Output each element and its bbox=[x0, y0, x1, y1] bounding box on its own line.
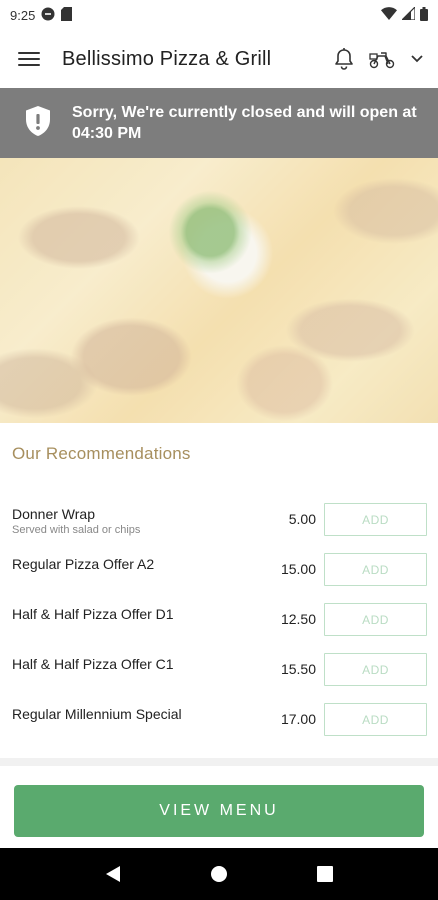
item-name: Donner Wrap bbox=[12, 506, 96, 522]
item-price: 5.00 bbox=[288, 511, 316, 527]
sd-card-icon bbox=[61, 6, 73, 24]
shield-alert-icon bbox=[24, 105, 52, 142]
recommendations-list: Donner Wrap Served with salad or chips 5… bbox=[0, 500, 438, 750]
list-item: Regular Millennium Special 17.00 ADD bbox=[0, 700, 438, 750]
add-button[interactable]: ADD bbox=[324, 703, 427, 736]
status-left: 9:25 bbox=[10, 6, 73, 24]
list-item: Half & Half Pizza Offer D1 12.50 ADD bbox=[0, 600, 438, 650]
battery-icon bbox=[420, 6, 428, 24]
back-icon[interactable] bbox=[93, 854, 133, 894]
recents-icon[interactable] bbox=[305, 854, 345, 894]
view-menu-button[interactable]: VIEW MENU bbox=[14, 785, 424, 837]
item-name: Regular Pizza Offer A2 bbox=[12, 556, 155, 572]
app-bar: Bellissimo Pizza & Grill bbox=[0, 30, 438, 88]
status-time: 9:25 bbox=[10, 7, 36, 23]
menu-icon[interactable] bbox=[18, 50, 40, 68]
recommendations-heading: Our Recommendations bbox=[12, 444, 191, 463]
system-nav-bar bbox=[0, 848, 438, 900]
item-name: Regular Millennium Special bbox=[12, 706, 182, 722]
home-icon[interactable] bbox=[199, 854, 239, 894]
item-name: Half & Half Pizza Offer D1 bbox=[12, 606, 174, 622]
list-item: Donner Wrap Served with salad or chips 5… bbox=[0, 500, 438, 550]
scooter-icon[interactable] bbox=[368, 49, 396, 69]
item-price: 17.00 bbox=[280, 711, 316, 727]
wifi-icon bbox=[381, 7, 397, 23]
bell-icon[interactable] bbox=[334, 48, 354, 70]
add-button[interactable]: ADD bbox=[324, 603, 427, 636]
list-item: Half & Half Pizza Offer C1 15.50 ADD bbox=[0, 650, 438, 700]
do-not-disturb-icon bbox=[41, 7, 55, 24]
status-right bbox=[381, 5, 428, 24]
hero-food-image bbox=[0, 158, 438, 423]
item-name: Half & Half Pizza Offer C1 bbox=[12, 656, 174, 672]
app-actions bbox=[334, 48, 424, 70]
add-button[interactable]: ADD bbox=[324, 653, 427, 686]
item-price: 12.50 bbox=[280, 611, 316, 627]
item-description: Served with salad or chips bbox=[12, 524, 141, 536]
app-title: Bellissimo Pizza & Grill bbox=[62, 47, 272, 70]
chevron-down-icon[interactable] bbox=[410, 54, 424, 64]
cell-signal-icon bbox=[400, 5, 416, 23]
closed-message: Sorry, We're currently closed and will o… bbox=[72, 104, 417, 142]
section-divider bbox=[0, 758, 438, 766]
list-item: Regular Pizza Offer A2 15.00 ADD bbox=[0, 550, 438, 600]
add-button[interactable]: ADD bbox=[324, 503, 427, 536]
add-button[interactable]: ADD bbox=[324, 553, 427, 586]
closed-banner: Sorry, We're currently closed and will o… bbox=[0, 88, 438, 158]
status-bar: 9:25 bbox=[0, 0, 438, 30]
item-price: 15.00 bbox=[280, 561, 316, 577]
item-price: 15.50 bbox=[280, 661, 316, 677]
